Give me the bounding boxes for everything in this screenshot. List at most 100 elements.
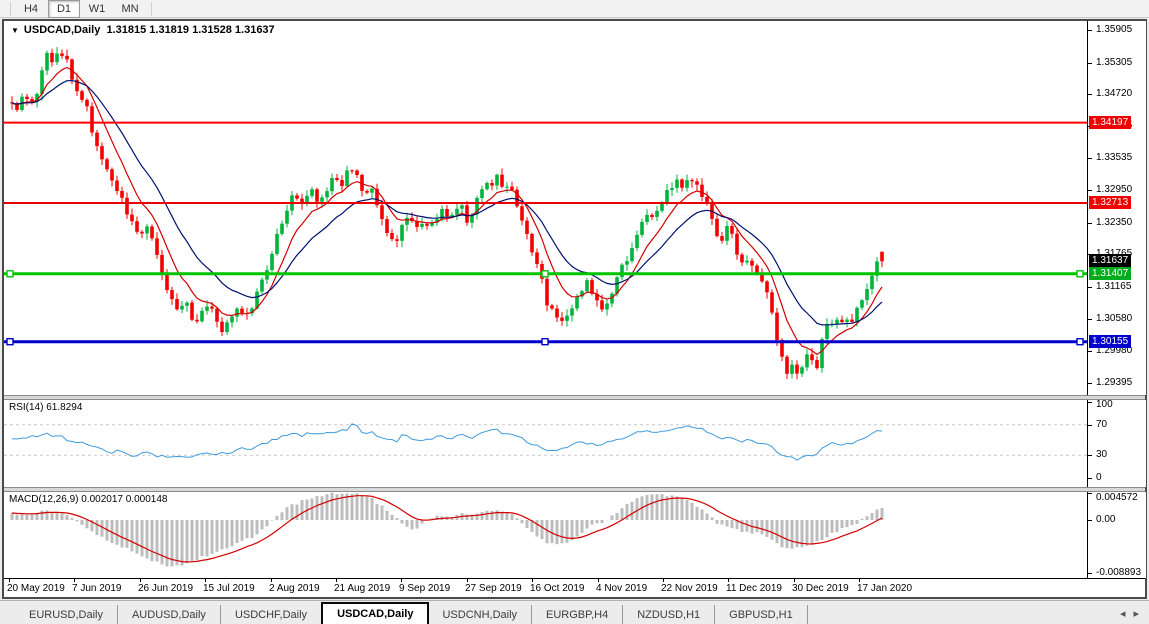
price-tick xyxy=(1088,383,1092,384)
candle xyxy=(240,309,244,313)
candle xyxy=(175,299,179,309)
date-label: 26 Jun 2019 xyxy=(138,583,193,594)
candle xyxy=(330,178,334,191)
candle xyxy=(55,54,59,63)
rsi-pane[interactable]: RSI(14) 61.8294 10070300 xyxy=(4,400,1145,487)
candle xyxy=(600,300,604,309)
rsi-tick-label: 100 xyxy=(1096,400,1113,410)
candle xyxy=(505,187,509,188)
hline-handle[interactable] xyxy=(7,271,13,277)
candle xyxy=(275,234,279,254)
main-price-pane[interactable]: ▼USDCAD,Daily 1.31815 1.31819 1.31528 1.… xyxy=(4,21,1145,395)
candle xyxy=(395,239,399,241)
candle xyxy=(565,316,569,321)
candle xyxy=(455,209,459,215)
macd-pane[interactable]: MACD(12,26,9) 0.002017 0.000148 0.004572… xyxy=(4,492,1145,578)
price-tick-label: 1.31165 xyxy=(1096,281,1131,292)
candle xyxy=(285,211,289,224)
candle xyxy=(865,289,869,300)
candle xyxy=(315,189,319,201)
price-tick xyxy=(1088,319,1092,320)
candle xyxy=(735,234,739,255)
timeframe-button-mn[interactable]: MN xyxy=(114,0,146,18)
tabs-scroll-right-icon[interactable]: ▸ xyxy=(1133,603,1139,624)
date-label: 20 May 2019 xyxy=(7,583,65,594)
chart-tab-eurgbp[interactable]: EURGBP,H4 xyxy=(532,605,623,624)
candle xyxy=(370,189,374,193)
toolbar-separator xyxy=(151,2,152,16)
hline-handle[interactable] xyxy=(1077,339,1083,345)
chart-tab-usdcnh[interactable]: USDCNH,Daily xyxy=(428,605,532,624)
price-axis: 1.359051.353051.347201.341351.335351.329… xyxy=(1087,21,1146,395)
candle xyxy=(620,265,624,278)
date-tick xyxy=(271,579,272,582)
candle xyxy=(815,360,819,368)
timeframe-button-h4[interactable]: H4 xyxy=(15,0,47,18)
candle xyxy=(345,170,349,186)
date-tick xyxy=(532,579,533,582)
timeframe-button-d1[interactable]: D1 xyxy=(48,0,80,18)
chart-window: ▼USDCAD,Daily 1.31815 1.31819 1.31528 1.… xyxy=(2,19,1147,599)
macd-tick-label: 0.00 xyxy=(1096,514,1115,525)
candle xyxy=(745,261,749,263)
current-price-label: 1.31637 xyxy=(1089,254,1131,267)
chart-tab-nzdusd[interactable]: NZDUSD,H1 xyxy=(623,605,715,624)
hline-handle[interactable] xyxy=(542,271,548,277)
date-tick xyxy=(794,579,795,582)
date-tick xyxy=(74,579,75,582)
candle xyxy=(215,309,219,322)
main-chart-canvas[interactable] xyxy=(4,21,1087,395)
price-tick-label: 1.34720 xyxy=(1096,88,1132,99)
candle xyxy=(525,221,529,234)
candle xyxy=(810,354,814,360)
chart-tab-eurusd[interactable]: EURUSD,Daily xyxy=(14,605,118,624)
rsi-tick-label: 30 xyxy=(1096,449,1107,460)
candle xyxy=(320,197,324,201)
date-label: 11 Dec 2019 xyxy=(726,583,782,594)
date-tick xyxy=(205,579,206,582)
date-label: 7 Jun 2019 xyxy=(72,583,122,594)
rsi-tick xyxy=(1088,478,1092,479)
rsi-canvas[interactable] xyxy=(4,400,1087,487)
candle xyxy=(405,218,409,225)
candle xyxy=(790,365,794,374)
chart-tab-usdchf[interactable]: USDCHF,Daily xyxy=(221,605,322,624)
candle xyxy=(170,290,174,299)
candle xyxy=(280,224,284,234)
chart-tab-audusd[interactable]: AUDUSD,Daily xyxy=(118,605,221,624)
price-tick xyxy=(1088,190,1092,191)
rsi-label: RSI(14) 61.8294 xyxy=(9,402,82,413)
toolbar-separator xyxy=(10,2,11,16)
candle xyxy=(795,365,799,374)
candle xyxy=(340,180,344,186)
candle xyxy=(390,233,394,239)
candle xyxy=(730,226,734,234)
hline-handle[interactable] xyxy=(1077,271,1083,277)
candle xyxy=(120,191,124,198)
chart-title: ▼USDCAD,Daily 1.31815 1.31819 1.31528 1.… xyxy=(11,24,275,36)
candle xyxy=(880,252,884,262)
candle xyxy=(630,248,634,261)
candle xyxy=(645,215,649,222)
tabs-scroll-left-icon[interactable]: ◂ xyxy=(1120,603,1126,624)
chart-tab-gbpusd[interactable]: GBPUSD,H1 xyxy=(715,605,808,624)
hline-handle[interactable] xyxy=(7,339,13,345)
price-tick xyxy=(1088,30,1092,31)
price-tick xyxy=(1088,63,1092,64)
chart-tab-usdcad[interactable]: USDCAD,Daily xyxy=(321,602,429,624)
candle xyxy=(210,307,214,309)
date-tick xyxy=(401,579,402,582)
candle xyxy=(325,191,329,197)
hline-handle[interactable] xyxy=(542,339,548,345)
chevron-down-icon[interactable]: ▼ xyxy=(11,26,19,35)
rsi-tick-label: 70 xyxy=(1096,419,1107,430)
candle xyxy=(400,225,404,241)
level-price-label: 1.32713 xyxy=(1089,196,1131,209)
candle xyxy=(640,222,644,235)
candle xyxy=(310,189,314,196)
macd-tick xyxy=(1088,493,1092,494)
candle xyxy=(60,54,64,56)
rsi-tick xyxy=(1088,425,1092,426)
candle xyxy=(690,180,694,181)
timeframe-button-w1[interactable]: W1 xyxy=(81,0,113,18)
